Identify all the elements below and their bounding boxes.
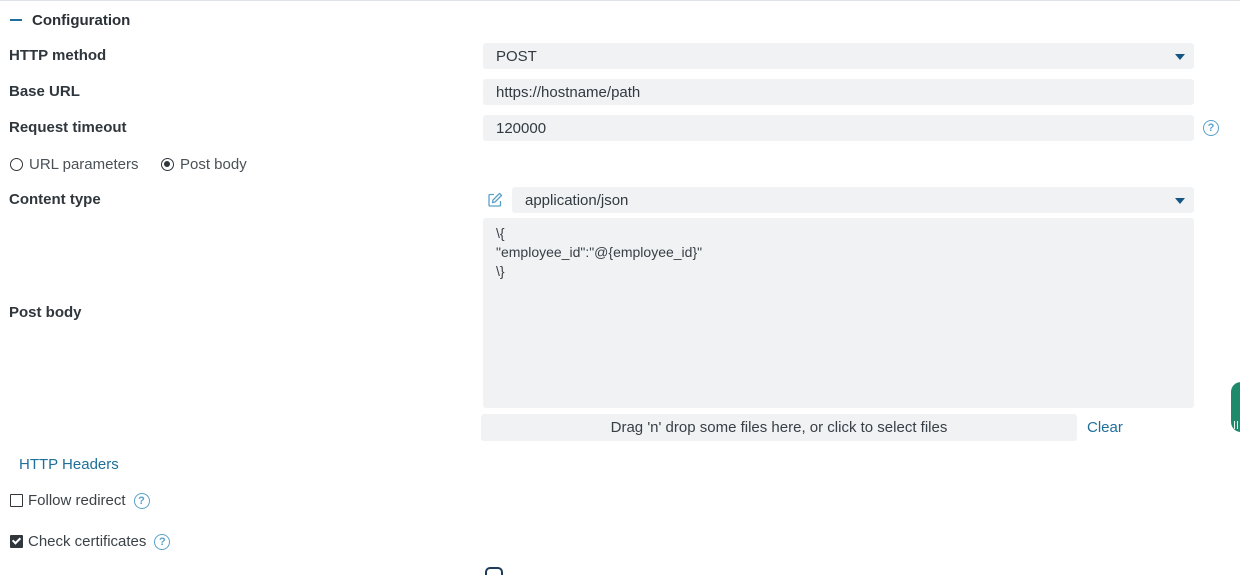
check-certificates-label: Check certificates [28, 533, 147, 550]
follow-redirect-help-icon[interactable]: ? [133, 492, 150, 509]
chevron-down-icon[interactable] [1175, 198, 1185, 204]
http-method-label: HTTP method [9, 47, 107, 64]
content-type-label: Content type [9, 191, 101, 208]
clear-button[interactable]: Clear [1087, 419, 1123, 436]
check-certificates-row[interactable]: Check certificates ? [10, 533, 171, 550]
http-headers-link[interactable]: HTTP Headers [19, 456, 119, 473]
grid-icon [1234, 421, 1240, 429]
base-url-value: https://hostname/path [496, 83, 641, 101]
radio-url-parameters-label: URL parameters [29, 156, 139, 173]
section-title: Configuration [32, 11, 131, 29]
top-divider [0, 0, 1240, 1]
side-widget-tab[interactable] [1231, 382, 1240, 432]
edit-icon[interactable] [487, 192, 503, 208]
param-mode-post-body[interactable]: Post body [161, 156, 247, 173]
request-timeout-label: Request timeout [9, 119, 127, 136]
content-type-select[interactable]: application/json [512, 187, 1194, 213]
post-body-textarea[interactable]: \{ "employee_id":"@{employee_id}" \} [483, 218, 1194, 408]
follow-redirect-checkbox[interactable] [10, 494, 23, 507]
configuration-section-header[interactable]: Configuration [10, 8, 130, 32]
check-certificates-help-icon[interactable]: ? [154, 533, 171, 550]
radio-post-body-label: Post body [180, 156, 247, 173]
http-method-select[interactable]: POST [483, 43, 1194, 69]
request-timeout-help-icon[interactable]: ? [1203, 120, 1219, 136]
request-timeout-input[interactable]: 120000 [483, 115, 1194, 141]
collapse-icon[interactable] [10, 19, 22, 21]
follow-redirect-row[interactable]: Follow redirect ? [10, 492, 150, 509]
file-dropzone[interactable]: Drag 'n' drop some files here, or click … [481, 414, 1077, 441]
param-mode-url-parameters[interactable]: URL parameters [10, 156, 138, 173]
request-timeout-value: 120000 [496, 119, 547, 137]
follow-redirect-label: Follow redirect [28, 492, 126, 509]
partial-toggle-icon[interactable] [485, 567, 503, 575]
http-method-value: POST [496, 47, 537, 65]
post-body-label: Post body [9, 304, 82, 321]
check-certificates-checkbox[interactable] [10, 535, 23, 548]
radio-post-body[interactable] [161, 158, 174, 171]
base-url-input[interactable]: https://hostname/path [483, 79, 1194, 105]
chevron-down-icon[interactable] [1175, 54, 1185, 60]
base-url-label: Base URL [9, 83, 80, 100]
content-type-value: application/json [525, 191, 629, 209]
radio-url-parameters[interactable] [10, 158, 23, 171]
